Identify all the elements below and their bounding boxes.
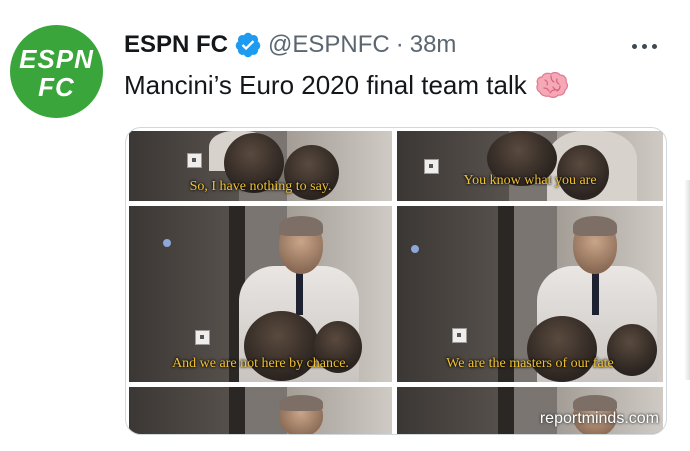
tweet[interactable]: ESPN FC ESPN FC @ESPNFC · 38m Mancini’s …	[0, 0, 690, 451]
avatar[interactable]: ESPN FC	[10, 25, 103, 118]
panel-2: You know what you are	[397, 131, 663, 201]
wall-light	[411, 245, 419, 253]
panel-6: reportminds.com	[397, 387, 663, 434]
tweet-header: ESPN FC @ESPNFC · 38m	[124, 28, 456, 62]
brain-emoji-icon	[536, 71, 568, 98]
avatar-logo-line1: ESPN	[19, 43, 94, 74]
panel-3: And we are not here by chance.	[129, 206, 392, 382]
more-dot	[652, 43, 657, 49]
separator-dot: ·	[395, 31, 404, 58]
more-dot	[642, 43, 647, 49]
coach-hair	[573, 216, 617, 236]
subtitle-4: We are the masters of our fate	[446, 356, 614, 371]
subtitle-2: You know what you are	[463, 173, 597, 188]
author-name[interactable]: ESPN FC	[124, 31, 228, 59]
avatar-logo-line2: FC	[38, 71, 75, 102]
subtitle-3: And we are not here by chance.	[172, 356, 349, 371]
media-image-grid[interactable]: So, I have nothing to say. You know what…	[125, 127, 667, 435]
author-handle[interactable]: @ESPNFC	[268, 31, 390, 59]
more-dots-icon[interactable]	[632, 40, 666, 52]
coach-tie	[296, 270, 303, 315]
wall	[397, 387, 509, 434]
light-switch	[187, 153, 202, 168]
edge-shadow	[684, 180, 690, 380]
more-dot	[632, 43, 637, 49]
coach-hair	[573, 395, 617, 411]
panel-5	[129, 387, 392, 434]
coach-hair	[279, 216, 323, 236]
verified-badge-icon	[235, 32, 261, 58]
tweet-text: Mancini’s Euro 2020 final team talk	[124, 70, 527, 100]
door-frame	[228, 387, 245, 434]
light-switch	[195, 330, 210, 345]
wall-light	[163, 239, 171, 247]
panel-4: We are the masters of our fate	[397, 206, 663, 382]
coach-hair	[279, 395, 323, 411]
wall	[129, 387, 240, 434]
tweet-body: Mancini’s Euro 2020 final team talk	[124, 70, 569, 101]
subtitle-1: So, I have nothing to say.	[189, 179, 332, 194]
player-head	[527, 316, 597, 382]
panel-1: So, I have nothing to say.	[129, 131, 392, 201]
watermark: reportminds.com	[539, 410, 659, 427]
door-frame	[498, 387, 515, 434]
timestamp[interactable]: 38m	[410, 31, 457, 59]
light-switch	[424, 159, 439, 174]
coach-tie	[592, 270, 599, 315]
light-switch	[452, 328, 467, 343]
